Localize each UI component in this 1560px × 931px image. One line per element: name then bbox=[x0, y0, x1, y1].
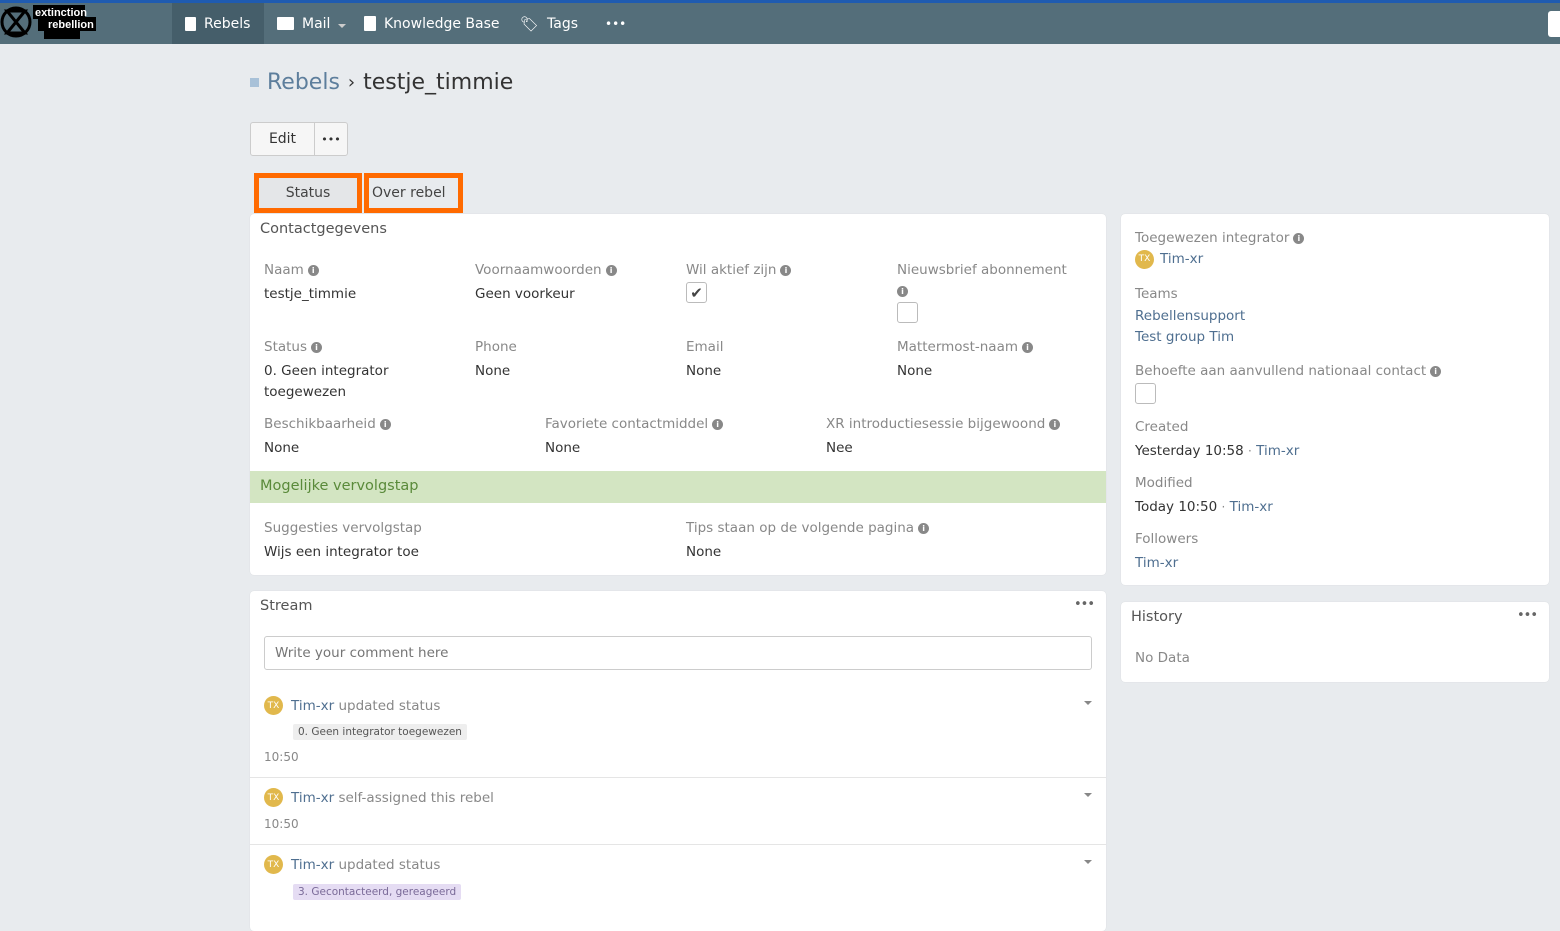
panel-title: Contactgegevens bbox=[260, 221, 387, 237]
nieuwsbrief-checkbox[interactable] bbox=[897, 302, 918, 323]
stream-item: TX Tim-xr updated status 3. Gecontacteerd… bbox=[250, 845, 1106, 925]
mail-icon bbox=[277, 17, 294, 30]
follower-link[interactable]: Tim-xr bbox=[1135, 553, 1198, 574]
nav-mail[interactable]: Mail bbox=[264, 3, 359, 44]
nav-rebels[interactable]: Rebels bbox=[172, 3, 264, 44]
field-phone: None bbox=[475, 363, 511, 379]
field-beschikbaarheid: None bbox=[264, 440, 300, 456]
info-icon: i bbox=[379, 418, 391, 430]
team-link[interactable]: Test group Tim bbox=[1135, 327, 1245, 348]
avatar: TX bbox=[264, 855, 283, 874]
field-status: 0. Geen integrator toegewezen bbox=[264, 363, 389, 400]
info-icon: i bbox=[1049, 418, 1061, 430]
nav-more-button[interactable]: ••• bbox=[592, 3, 639, 44]
bullet-icon bbox=[250, 78, 259, 87]
edit-button[interactable]: Edit bbox=[251, 123, 315, 155]
action-buttons: Edit ••• bbox=[250, 122, 348, 156]
tab-over-rebel[interactable]: Over rebel bbox=[364, 173, 463, 213]
breadcrumb: Rebels › testje_timmie bbox=[250, 70, 513, 95]
side-panel: Toegewezen integrator i TX Tim-xr Teams Rebe… bbox=[1121, 214, 1549, 585]
field-voornaamwoorden: Geen voorkeur bbox=[475, 286, 575, 302]
nav-tags[interactable]: 🏷 Tags bbox=[507, 3, 591, 44]
caret-down-icon[interactable] bbox=[1084, 860, 1092, 864]
behoefte-checkbox[interactable] bbox=[1135, 383, 1156, 404]
contact-card-icon bbox=[185, 16, 196, 31]
next-step-header: Mogelijke vervolgstap bbox=[250, 471, 1106, 503]
svg-text:extinction: extinction bbox=[35, 7, 87, 19]
wil-aktief-checkbox[interactable]: ✔ bbox=[686, 282, 707, 303]
info-icon: i bbox=[307, 264, 319, 276]
panel-title: History bbox=[1131, 609, 1183, 625]
stream-menu-button[interactable]: ••• bbox=[1074, 597, 1095, 612]
info-icon: i bbox=[1293, 232, 1305, 244]
comment-input[interactable] bbox=[264, 636, 1092, 670]
field-naam: testje_timmie bbox=[264, 286, 357, 302]
info-icon: i bbox=[897, 286, 908, 297]
page-title: testje_timmie bbox=[363, 70, 514, 95]
status-badge: 3. Gecontacteerd, gereageerd bbox=[293, 884, 462, 900]
more-actions-button[interactable]: ••• bbox=[315, 123, 347, 155]
tab-status[interactable]: Status bbox=[254, 173, 362, 213]
navbar: extinction rebellion Rebels Mail Knowledg… bbox=[0, 3, 1560, 44]
tag-icon: 🏷 bbox=[520, 14, 540, 33]
caret-down-icon[interactable] bbox=[1084, 793, 1092, 797]
nav-knowledge-base[interactable]: Knowledge Base bbox=[351, 3, 513, 44]
panel-title: Stream bbox=[260, 598, 313, 614]
book-icon bbox=[364, 16, 376, 31]
nav-right-button[interactable] bbox=[1548, 11, 1560, 37]
stream-item: TX Tim-xr updated status 0. Geen integrat… bbox=[250, 686, 1106, 778]
info-icon: i bbox=[712, 418, 724, 430]
info-icon: i bbox=[1430, 365, 1442, 377]
history-menu-button[interactable]: ••• bbox=[1517, 608, 1538, 623]
avatar: TX bbox=[264, 696, 283, 715]
logo[interactable]: extinction rebellion bbox=[0, 3, 98, 44]
info-icon: i bbox=[605, 264, 617, 276]
field-email: None bbox=[686, 363, 722, 379]
empty-state: No Data bbox=[1135, 650, 1190, 666]
info-icon: i bbox=[780, 264, 792, 276]
field-tips: None bbox=[686, 544, 722, 560]
info-icon: i bbox=[1022, 341, 1033, 353]
caret-down-icon bbox=[338, 23, 347, 28]
svg-text:rebellion: rebellion bbox=[48, 19, 94, 31]
info-icon: i bbox=[918, 522, 930, 534]
status-badge: 0. Geen integrator toegewezen bbox=[293, 724, 467, 740]
avatar: TX bbox=[264, 788, 283, 807]
history-panel: History ••• No Data bbox=[1121, 602, 1549, 682]
created-by-link[interactable]: Tim-xr bbox=[1256, 443, 1299, 459]
field-suggesties: Wijs een integrator toe bbox=[264, 544, 419, 560]
team-link[interactable]: Rebellensupport bbox=[1135, 306, 1245, 327]
contact-panel: Contactgegevens Naam i testje_timmie Voorn… bbox=[250, 214, 1106, 575]
field-contactmiddel: None bbox=[545, 440, 581, 456]
field-introductiesessie: Nee bbox=[826, 440, 853, 456]
caret-down-icon[interactable] bbox=[1084, 701, 1092, 705]
breadcrumb-parent[interactable]: Rebels bbox=[267, 70, 340, 95]
stream-item: TX Tim-xr self-assigned this rebel 10:50 bbox=[250, 778, 1106, 845]
avatar: TX bbox=[1135, 250, 1154, 269]
stream-panel: Stream ••• TXTim-xr updated status 0. Ge… bbox=[250, 591, 1106, 931]
field-mattermost: None bbox=[897, 363, 933, 379]
modified-by-link[interactable]: Tim-xr bbox=[1230, 499, 1273, 515]
info-icon: i bbox=[311, 341, 323, 353]
integrator-link[interactable]: Tim-xr bbox=[1160, 249, 1203, 270]
